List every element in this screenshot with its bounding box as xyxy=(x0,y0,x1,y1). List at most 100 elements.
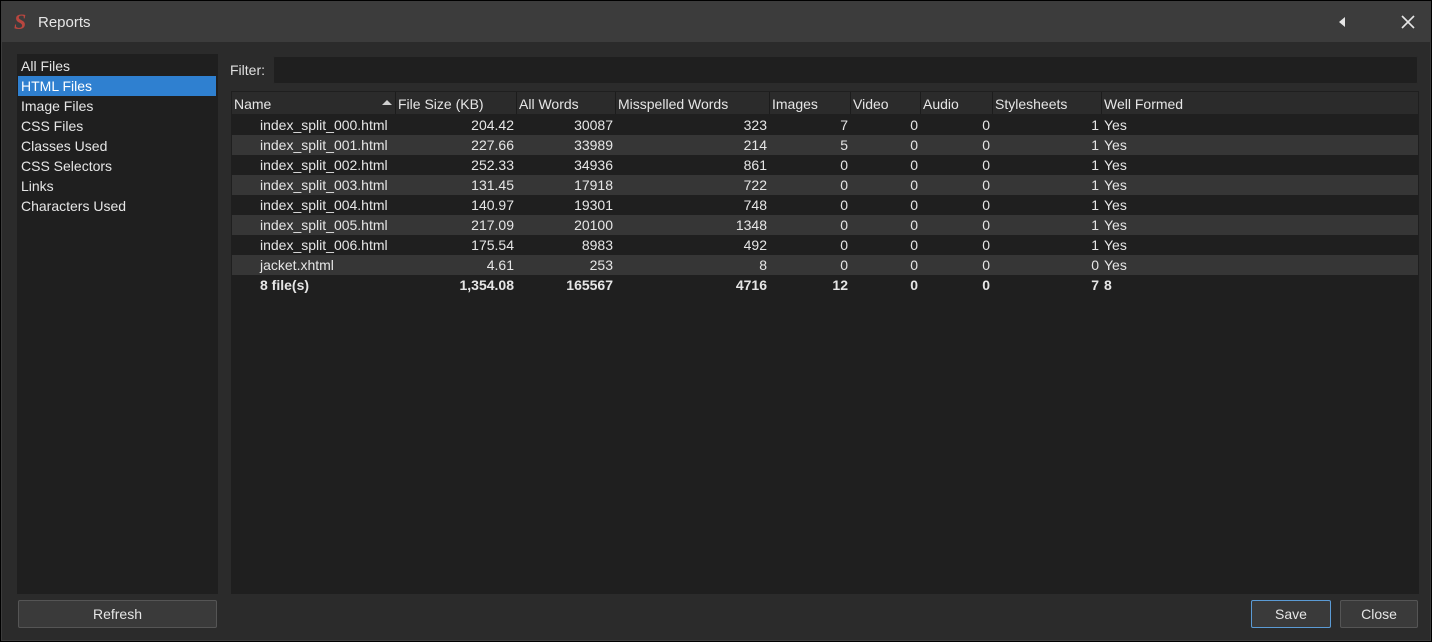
cell-stylesheets: 1 xyxy=(1091,217,1099,233)
cell-audio: 0 xyxy=(982,117,990,133)
table-total-row[interactable]: 8 file(s) 1,354.08 165567 4716 12 0 0 7 8 xyxy=(232,275,1418,295)
column-header-images[interactable]: Images xyxy=(770,92,851,114)
table-row[interactable]: index_split_005.html 217.09 20100 1348 0 0 0 1 Y… xyxy=(232,215,1418,235)
save-button[interactable]: Save xyxy=(1251,600,1331,628)
sidebar-item-image-files[interactable]: Image Files xyxy=(18,96,216,116)
cell-file-size: 131.45 xyxy=(471,177,514,193)
column-header-well-formed[interactable]: Well Formed xyxy=(1102,92,1418,114)
cell-video: 0 xyxy=(910,137,918,153)
cell-all-words: 8983 xyxy=(581,237,613,253)
cell-stylesheets: 1 xyxy=(1091,237,1099,253)
cell-stylesheets: 7 xyxy=(1091,277,1099,293)
sidebar-item-all-files[interactable]: All Files xyxy=(18,56,216,76)
cell-misspelled-words: 722 xyxy=(743,177,767,193)
refresh-button[interactable]: Refresh xyxy=(18,600,217,628)
cell-images: 0 xyxy=(840,217,848,233)
sidebar-item-links[interactable]: Links xyxy=(18,176,216,196)
reports-dialog: S Reports All Files HTML Files Image Fil… xyxy=(1,1,1431,641)
cell-all-words: 19301 xyxy=(574,197,613,213)
sort-ascending-icon xyxy=(382,100,392,105)
cell-audio: 0 xyxy=(982,217,990,233)
cell-audio: 0 xyxy=(982,197,990,213)
cell-audio: 0 xyxy=(982,237,990,253)
table-header: Name File Size (KB) All Words Misspelled… xyxy=(232,92,1418,114)
cell-well-formed: Yes xyxy=(1104,157,1127,173)
table-row[interactable]: index_split_001.html 227.66 33989 214 5 0 0 1 Ye… xyxy=(232,135,1418,155)
title-bar: S Reports xyxy=(2,2,1430,42)
column-header-all-words[interactable]: All Words xyxy=(517,92,616,114)
table-row[interactable]: index_split_000.html 204.42 30087 323 7 0 0 1 Ye… xyxy=(232,115,1418,135)
column-header-video[interactable]: Video xyxy=(851,92,921,114)
cell-images: 0 xyxy=(840,257,848,273)
cell-name: index_split_002.html xyxy=(260,157,388,173)
table-row[interactable]: index_split_003.html 131.45 17918 722 0 0 0 1 Ye… xyxy=(232,175,1418,195)
sidebar-item-classes-used[interactable]: Classes Used xyxy=(18,136,216,156)
cell-name: index_split_004.html xyxy=(260,197,388,213)
cell-video: 0 xyxy=(910,277,918,293)
cell-images: 7 xyxy=(840,117,848,133)
sidebar-item-characters-used[interactable]: Characters Used xyxy=(18,196,216,216)
collapse-left-icon[interactable] xyxy=(1332,12,1352,32)
cell-misspelled-words: 214 xyxy=(743,137,767,153)
table-row[interactable]: jacket.xhtml 4.61 253 8 0 0 0 0 Yes xyxy=(232,255,1418,275)
cell-stylesheets: 1 xyxy=(1091,177,1099,193)
cell-all-words: 30087 xyxy=(574,117,613,133)
table-row[interactable]: index_split_006.html 175.54 8983 492 0 0 0 1 Yes xyxy=(232,235,1418,255)
table-row[interactable]: index_split_004.html 140.97 19301 748 0 0 0 1 Ye… xyxy=(232,195,1418,215)
cell-images: 0 xyxy=(840,197,848,213)
cell-stylesheets: 1 xyxy=(1091,117,1099,133)
window-title: Reports xyxy=(38,14,91,31)
cell-all-words: 34936 xyxy=(574,157,613,173)
cell-misspelled-words: 8 xyxy=(759,257,767,273)
cell-name: index_split_006.html xyxy=(260,237,388,253)
cell-images: 12 xyxy=(832,277,848,293)
column-header-misspelled-words[interactable]: Misspelled Words xyxy=(616,92,770,114)
cell-file-size: 204.42 xyxy=(471,117,514,133)
close-button[interactable]: Close xyxy=(1340,600,1418,628)
sidebar-item-html-files[interactable]: HTML Files xyxy=(18,76,216,96)
cell-misspelled-words: 861 xyxy=(743,157,767,173)
sidebar-item-css-selectors[interactable]: CSS Selectors xyxy=(18,156,216,176)
cell-file-size: 252.33 xyxy=(471,157,514,173)
html-files-table: Name File Size (KB) All Words Misspelled… xyxy=(231,91,1419,594)
cell-audio: 0 xyxy=(982,257,990,273)
cell-video: 0 xyxy=(910,237,918,253)
cell-well-formed: Yes xyxy=(1104,197,1127,213)
cell-stylesheets: 1 xyxy=(1091,197,1099,213)
cell-images: 5 xyxy=(840,137,848,153)
cell-well-formed: Yes xyxy=(1104,257,1127,273)
cell-all-words: 165567 xyxy=(566,277,613,293)
column-header-audio[interactable]: Audio xyxy=(921,92,993,114)
table-row[interactable]: index_split_002.html 252.33 34936 861 0 0 0 1 Ye… xyxy=(232,155,1418,175)
cell-all-words: 33989 xyxy=(574,137,613,153)
cell-images: 0 xyxy=(840,237,848,253)
cell-well-formed: 8 xyxy=(1104,277,1112,293)
column-header-file-size[interactable]: File Size (KB) xyxy=(396,92,517,114)
sidebar-item-css-files[interactable]: CSS Files xyxy=(18,116,216,136)
filter-label: Filter: xyxy=(230,62,265,78)
column-header-label: Name xyxy=(234,96,272,112)
cell-images: 0 xyxy=(840,177,848,193)
cell-misspelled-words: 323 xyxy=(743,117,767,133)
cell-well-formed: Yes xyxy=(1104,177,1127,193)
column-header-name[interactable]: Name xyxy=(232,92,396,114)
cell-well-formed: Yes xyxy=(1104,217,1127,233)
cell-name: index_split_005.html xyxy=(260,217,388,233)
cell-images: 0 xyxy=(840,157,848,173)
cell-name: jacket.xhtml xyxy=(260,257,334,273)
cell-video: 0 xyxy=(910,197,918,213)
cell-file-size: 175.54 xyxy=(471,237,514,253)
report-type-list: All Files HTML Files Image Files CSS Fil… xyxy=(17,54,218,594)
close-icon[interactable] xyxy=(1398,12,1418,32)
cell-all-words: 17918 xyxy=(574,177,613,193)
cell-file-size: 140.97 xyxy=(471,197,514,213)
cell-all-words: 253 xyxy=(589,257,613,273)
cell-file-size: 227.66 xyxy=(471,137,514,153)
cell-stylesheets: 1 xyxy=(1091,137,1099,153)
filter-input[interactable] xyxy=(273,56,1418,84)
cell-stylesheets: 0 xyxy=(1091,257,1099,273)
sigil-app-icon: S xyxy=(14,9,27,34)
cell-misspelled-words: 748 xyxy=(743,197,767,213)
column-header-stylesheets[interactable]: Stylesheets xyxy=(993,92,1102,114)
cell-well-formed: Yes xyxy=(1104,117,1127,133)
